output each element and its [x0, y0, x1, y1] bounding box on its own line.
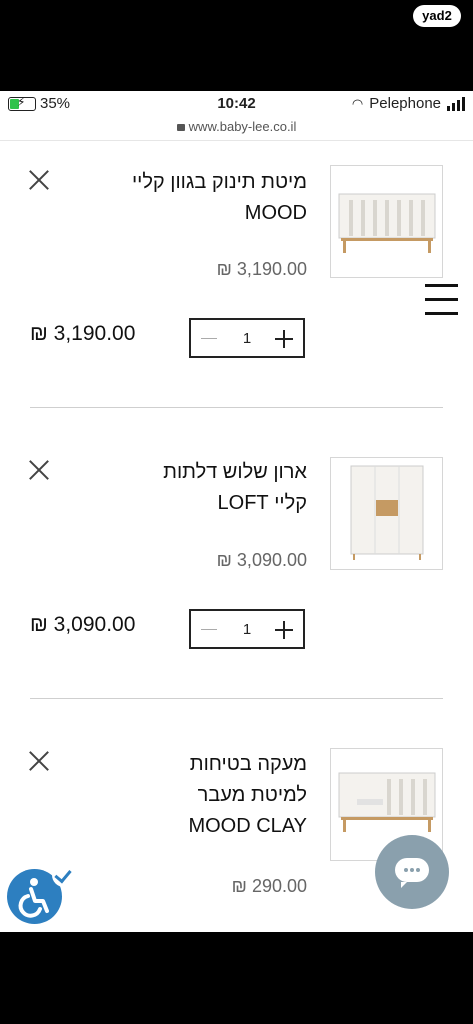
- item-title[interactable]: מעקה בטיחות למיטת מעבר MOOD CLAY: [67, 749, 307, 842]
- remove-item-button[interactable]: [28, 459, 50, 481]
- item-title[interactable]: ארון שלוש דלתות קליי LOFT: [67, 457, 307, 519]
- divider: [30, 698, 443, 699]
- checkmark-icon: [52, 863, 76, 887]
- product-image-wardrobe[interactable]: [330, 457, 443, 570]
- chat-button[interactable]: [375, 835, 449, 909]
- address-bar[interactable]: www.baby-lee.co.il: [0, 119, 473, 134]
- status-bar: ⚡ 35% 10:42 ◠ Pelephone: [0, 91, 473, 117]
- browser-screen: ⚡ 35% 10:42 ◠ Pelephone www.baby-lee.co.…: [0, 91, 473, 932]
- item-title[interactable]: מיטת תינוק בגוון קליי MOOD: [67, 167, 307, 229]
- product-image-crib[interactable]: [330, 165, 443, 278]
- increase-button[interactable]: [275, 621, 293, 639]
- item-total: ₪ 3,190.00: [30, 322, 136, 345]
- bottom-bar: [0, 932, 473, 1024]
- hamburger-menu-icon[interactable]: [425, 284, 458, 316]
- item-price: ₪ 290.00: [231, 876, 307, 896]
- signal-icon: [447, 96, 465, 111]
- url-text: www.baby-lee.co.il: [188, 119, 297, 134]
- top-bar: yad2: [0, 0, 473, 91]
- quantity-stepper[interactable]: 1: [189, 318, 305, 358]
- quantity-stepper[interactable]: 1: [189, 609, 305, 649]
- yad2-logo: yad2: [413, 5, 461, 27]
- divider: [0, 140, 473, 141]
- divider: [30, 407, 443, 408]
- accessibility-button[interactable]: [7, 863, 76, 924]
- item-total: ₪ 3,090.00: [30, 613, 136, 636]
- lock-icon: [176, 124, 185, 131]
- remove-item-button[interactable]: [28, 169, 50, 191]
- carrier-status: ◠ Pelephone: [352, 95, 465, 112]
- wifi-icon: ◠: [351, 95, 364, 111]
- item-price: ₪ 3,090.00: [216, 550, 307, 570]
- remove-item-button[interactable]: [28, 750, 50, 772]
- item-price: ₪ 3,190.00: [216, 259, 307, 279]
- increase-button[interactable]: [275, 330, 293, 348]
- carrier-name: Pelephone: [369, 95, 441, 112]
